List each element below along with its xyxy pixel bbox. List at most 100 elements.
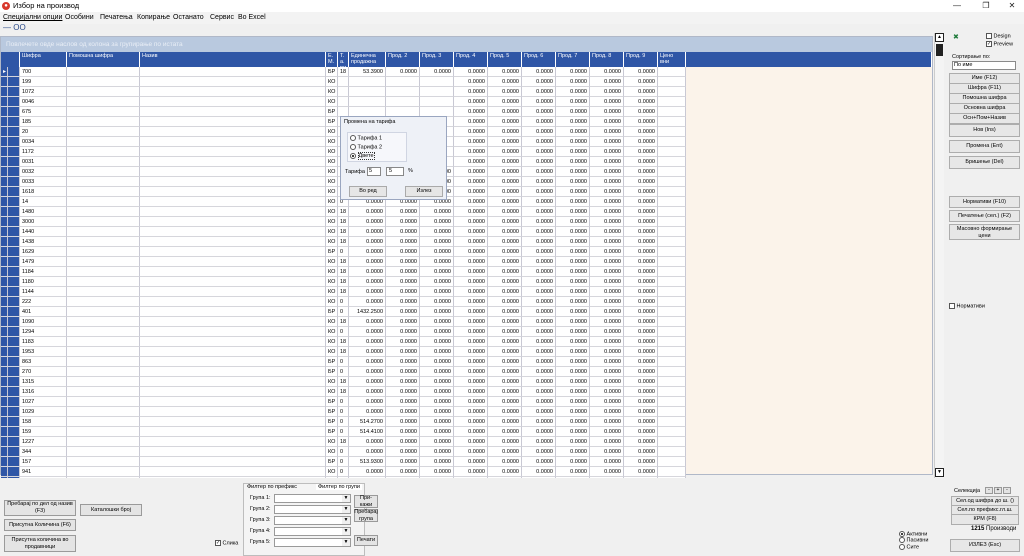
edit-button[interactable]: Промена (Ent) xyxy=(949,140,1020,153)
option-both[interactable]: Двете xyxy=(350,152,375,161)
table-row[interactable]: 158 БР 0 514.2700 0.0000 0.0000 0.0000 0.0000 0.… xyxy=(1,417,686,427)
table-row[interactable]: 159 БР 0 514.4100 0.0000 0.0000 0.0000 0.0000 0.… xyxy=(1,427,686,437)
menu-special-options[interactable]: Специјални опции xyxy=(3,14,62,21)
tab-prefix-filter[interactable]: Филтер по префикс xyxy=(247,484,297,490)
preview-checkbox[interactable]: ✓ xyxy=(986,41,992,47)
norms-checkbox[interactable] xyxy=(949,303,955,309)
menu-printing[interactable]: Печатења xyxy=(100,14,133,21)
column-header[interactable]: Назив xyxy=(140,52,326,67)
column-header[interactable]: Прод. 6 xyxy=(522,52,556,67)
table-row[interactable]: 222 КО 0 0.0000 0.0000 0.0000 0.0000 0.0000 0.00… xyxy=(1,297,686,307)
table-row[interactable]: 270 БР 0 0.0000 0.0000 0.0000 0.0000 0.0000 0.00… xyxy=(1,367,686,377)
preview-toggle[interactable]: ✓ Preview xyxy=(986,41,1013,47)
table-row[interactable]: 1180 КО 18 0.0000 0.0000 0.0000 0.0000 0.0000 0.… xyxy=(1,277,686,287)
menu-service[interactable]: Сервис xyxy=(210,14,234,21)
table-row[interactable]: 1479 КО 18 0.0000 0.0000 0.0000 0.0000 0.0000 0.… xyxy=(1,257,686,267)
group-by-hint[interactable]: Повлечете овде наслов од колона за групи… xyxy=(1,37,932,52)
table-row[interactable]: 1184 КО 18 0.0000 0.0000 0.0000 0.0000 0.0000 0.… xyxy=(1,267,686,277)
table-row[interactable]: 401 БР 0 1432.2500 0.0000 0.0000 0.0000 0.0000 0… xyxy=(1,307,686,317)
group-5-select[interactable]: ▼ xyxy=(274,538,351,547)
column-header[interactable]: Прод. 2 xyxy=(386,52,420,67)
column-header[interactable]: Прод. 3 xyxy=(420,52,454,67)
table-row[interactable]: 1227 КО 18 0.0000 0.0000 0.0000 0.0000 0.0000 0.… xyxy=(1,437,686,447)
norms-button[interactable]: Нормативи (F10) xyxy=(949,196,1020,208)
print-button[interactable]: Печати xyxy=(354,535,378,546)
option-tariff-1[interactable]: Тарифа 1 xyxy=(350,135,382,141)
krm-button[interactable]: КРМ (F8) xyxy=(951,514,1019,525)
radio-active[interactable] xyxy=(899,531,905,537)
table-row[interactable]: 1029 БР 0 0.0000 0.0000 0.0000 0.0000 0.0000 0.0… xyxy=(1,407,686,417)
column-header[interactable]: Шифра xyxy=(20,52,67,67)
mass-pricing-button[interactable]: Масовно формирање цени xyxy=(949,224,1020,240)
maximize-button[interactable]: ❐ xyxy=(972,0,1000,12)
table-row[interactable]: 1480 КО 18 0.0000 0.0000 0.0000 0.0000 0.0000 0.… xyxy=(1,207,686,217)
radio-passive[interactable] xyxy=(899,537,905,544)
option-tariff-2[interactable]: Тарифа 2 xyxy=(350,144,382,150)
radio-tariff-1[interactable] xyxy=(350,135,356,141)
table-row[interactable]: 157 БР 0 513.9300 0.0000 0.0000 0.0000 0.0000 0.… xyxy=(1,457,686,467)
table-row[interactable]: 1438 КО 18 0.0000 0.0000 0.0000 0.0000 0.0000 0.… xyxy=(1,237,686,247)
table-row[interactable]: 1072 КО 0.0000 0.0000 0.0000 0.0000 0.0000 0.00… xyxy=(1,87,686,97)
tab-group-filter[interactable]: Филтер по групи xyxy=(316,484,362,490)
table-row[interactable]: 1629 БР 0 0.0000 0.0000 0.0000 0.0000 0.0000 0.0… xyxy=(1,247,686,257)
column-header[interactable]: Прод. 5 xyxy=(488,52,522,67)
cancel-button[interactable]: Излез xyxy=(405,186,443,197)
table-row[interactable]: 1144 КО 18 0.0000 0.0000 0.0000 0.0000 0.0000 0.… xyxy=(1,287,686,297)
table-row[interactable]: ▸ 700 БР 18 53.3900 0.0000 0.0000 0.0000 0.0000 0… xyxy=(1,67,686,77)
table-row[interactable]: 3000 КО 18 0.0000 0.0000 0.0000 0.0000 0.0000 0.… xyxy=(1,217,686,227)
column-header[interactable]: Цено вни xyxy=(658,52,686,67)
chevron-down-icon[interactable]: ▼ xyxy=(342,506,350,513)
table-row[interactable]: 1440 КО 18 0.0000 0.0000 0.0000 0.0000 0.0000 0.… xyxy=(1,227,686,237)
catalog-number-button[interactable]: Каталошки број xyxy=(80,504,142,516)
present-quantity-button[interactable]: Присутна Количина (F6) xyxy=(4,519,76,531)
chevron-down-icon[interactable]: ▼ xyxy=(342,539,350,546)
search-group-button[interactable]: Пребарај група xyxy=(354,509,378,522)
chevron-down-icon[interactable]: ▼ xyxy=(342,495,350,502)
close-button[interactable]: ✕ xyxy=(998,0,1024,12)
status-passive[interactable]: Пасивни xyxy=(899,537,928,544)
menu-copying[interactable]: Копирање xyxy=(137,14,170,21)
group-1-select[interactable]: ▼ xyxy=(274,494,351,503)
exit-button[interactable]: ИЗЛЕЗ (Esc) xyxy=(950,539,1020,552)
table-row[interactable]: 0046 КО 0.0000 0.0000 0.0000 0.0000 0.0000 0.00… xyxy=(1,97,686,107)
menu-excel[interactable]: Во Excel xyxy=(238,14,266,21)
table-row[interactable]: 1027 БР 0 0.0000 0.0000 0.0000 0.0000 0.0000 0.0… xyxy=(1,397,686,407)
column-header[interactable]: Прод. 4 xyxy=(454,52,488,67)
selection-dash-button[interactable]: - xyxy=(1003,487,1011,494)
scroll-thumb[interactable] xyxy=(936,44,943,56)
grid-scrollbar[interactable]: ▲ ▼ xyxy=(934,33,944,478)
minimize-button[interactable]: — xyxy=(943,0,971,12)
print-selected-button[interactable]: Печатење (сел.) (F2) xyxy=(949,210,1020,222)
column-header[interactable]: Е. М. xyxy=(326,52,338,67)
present-quantity-stores-button[interactable]: Присутна количина во продавници xyxy=(4,535,76,552)
column-header[interactable]: Единечна продажна xyxy=(349,52,386,67)
selection-minus-button[interactable]: - xyxy=(985,487,993,494)
design-checkbox[interactable] xyxy=(986,33,992,39)
show-button[interactable]: При- кажи xyxy=(354,495,378,508)
menu-properties[interactable]: Особини xyxy=(65,14,94,21)
group-3-select[interactable]: ▼ xyxy=(274,516,351,525)
norms-toggle[interactable]: Нормативи xyxy=(949,303,985,309)
chevron-down-icon[interactable]: ▼ xyxy=(342,528,350,535)
radio-tariff-2[interactable] xyxy=(350,144,356,150)
sort-combined-button[interactable]: Осн+Пом+Назив xyxy=(949,113,1020,124)
menu-other[interactable]: Останато xyxy=(173,14,204,21)
ok-button[interactable]: Во ред xyxy=(349,186,387,197)
delete-button[interactable]: Бришење (Del) xyxy=(949,156,1020,169)
tariff-2-input[interactable]: 5 xyxy=(386,167,404,176)
radio-both[interactable] xyxy=(350,153,356,159)
table-row[interactable]: 1316 КО 18 0.0000 0.0000 0.0000 0.0000 0.0000 0.… xyxy=(1,387,686,397)
status-all[interactable]: Сите xyxy=(899,543,928,550)
image-checkbox[interactable]: ✓ xyxy=(215,540,221,546)
new-button[interactable]: Нов (Ins) xyxy=(949,124,1020,137)
table-row[interactable]: 1315 КО 18 0.0000 0.0000 0.0000 0.0000 0.0000 0.… xyxy=(1,377,686,387)
scroll-down-arrow-icon[interactable]: ▼ xyxy=(935,468,944,477)
image-toggle[interactable]: ✓ Слика xyxy=(215,540,238,546)
radio-all[interactable] xyxy=(899,543,905,550)
design-toggle[interactable]: Design xyxy=(986,33,1011,39)
excel-icon[interactable]: ✖ xyxy=(953,34,961,41)
table-row[interactable]: 1183 КО 18 0.0000 0.0000 0.0000 0.0000 0.0000 0.… xyxy=(1,337,686,347)
table-row[interactable]: 941 КО 0 0.0000 0.0000 0.0000 0.0000 0.0000 0.00… xyxy=(1,467,686,477)
column-header[interactable]: Прод. 9 xyxy=(624,52,658,67)
table-row[interactable]: 199 КО 0.0000 0.0000 0.0000 0.0000 0.0000 0.000… xyxy=(1,77,686,87)
